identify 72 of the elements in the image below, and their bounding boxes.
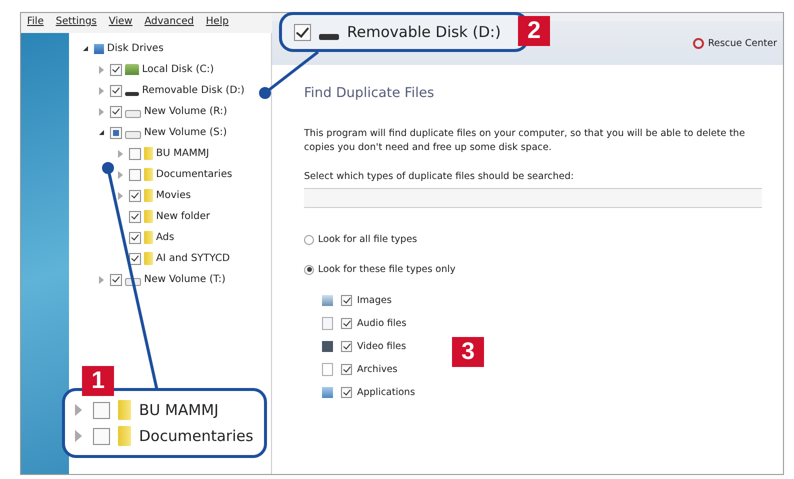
- tree-item[interactable]: Local Disk (C:): [142, 64, 214, 75]
- tree-item[interactable]: New Volume (T:): [144, 274, 226, 285]
- checkbox[interactable]: [341, 295, 352, 306]
- number-badge: 3: [452, 337, 484, 367]
- folder-icon: [118, 400, 131, 420]
- description-text: This program will find duplicate files on your computer, so that you will be able to delete the copies you don't need and free up some disk space.: [304, 127, 746, 155]
- tree-item[interactable]: New Volume (S:): [144, 127, 227, 138]
- folder-icon: [144, 147, 153, 160]
- folder-icon: [144, 168, 153, 181]
- menu-item[interactable]: View: [108, 16, 132, 30]
- menu-item[interactable]: File: [27, 16, 44, 30]
- collapsed-arrow-icon: [75, 430, 82, 442]
- document-icon: [322, 363, 333, 376]
- checkbox-label[interactable]: Video files: [357, 341, 406, 352]
- menu-item[interactable]: Advanced: [144, 16, 194, 30]
- checkbox[interactable]: [129, 168, 141, 180]
- drive-icon: [125, 130, 141, 138]
- checkbox-label[interactable]: Audio files: [357, 318, 406, 329]
- removable-drive-icon: [319, 34, 339, 40]
- tree-item[interactable]: AI and SYTYCD: [156, 253, 230, 264]
- section-label: Select which types of duplicate files should be searched:: [304, 171, 575, 182]
- folder-icon: [118, 426, 131, 446]
- removable-drive-icon: [125, 92, 139, 96]
- checkbox[interactable]: [129, 252, 141, 264]
- callout-label: Documentaries: [139, 427, 254, 445]
- tree-item[interactable]: Movies: [156, 190, 191, 201]
- tree-item[interactable]: Disk Drives: [107, 43, 164, 54]
- tree-item[interactable]: New folder: [156, 211, 210, 222]
- folder-icon: [144, 210, 153, 223]
- radio-button[interactable]: [304, 264, 314, 274]
- rescue-center-link[interactable]: Rescue Center: [692, 38, 777, 48]
- menu-item[interactable]: Settings: [56, 16, 97, 30]
- checkbox[interactable]: [129, 190, 141, 202]
- checkbox[interactable]: [129, 210, 141, 222]
- checkbox[interactable]: [341, 387, 352, 398]
- ring-icon: [692, 38, 704, 48]
- checkbox-label[interactable]: Applications: [357, 387, 416, 398]
- checkbox[interactable]: [341, 318, 352, 329]
- tree-item[interactable]: New Volume (R:): [144, 106, 228, 117]
- checkbox[interactable]: [110, 64, 122, 76]
- checkbox[interactable]: [341, 364, 352, 375]
- collapsed-arrow-icon: [75, 404, 82, 416]
- number-badge: 1: [82, 366, 114, 396]
- page-title: Find Duplicate Files: [304, 85, 436, 101]
- callout-label: BU MAMMJ: [139, 401, 219, 419]
- drive-icon: [125, 110, 141, 118]
- tree-item[interactable]: Ads: [156, 232, 174, 243]
- checkbox[interactable]: [110, 126, 122, 138]
- tree-item[interactable]: Documentaries: [156, 169, 232, 180]
- radio-button[interactable]: [304, 234, 314, 244]
- tree-item[interactable]: Removable Disk (D:): [142, 85, 245, 96]
- drives-icon: [94, 44, 104, 54]
- expanded-arrow-icon[interactable]: [99, 130, 104, 135]
- tree-item[interactable]: BU MAMMJ: [156, 148, 210, 159]
- checkbox[interactable]: [110, 84, 122, 96]
- expanded-arrow-icon[interactable]: [83, 46, 88, 51]
- checkbox[interactable]: [110, 106, 122, 118]
- checkbox-label[interactable]: Archives: [357, 364, 398, 375]
- checkbox-label[interactable]: Images: [357, 295, 392, 306]
- number-badge: 2: [518, 16, 550, 46]
- hard-drive-icon: [125, 64, 139, 75]
- radio-label[interactable]: Look for all file types: [318, 234, 418, 245]
- folder-icon: [144, 231, 153, 244]
- callout-label: Removable Disk (D:): [347, 23, 501, 41]
- radio-label[interactable]: Look for these file types only: [318, 264, 456, 275]
- folder-icon: [144, 252, 153, 265]
- checkbox[interactable]: [129, 148, 141, 160]
- folder-icon: [144, 189, 153, 202]
- menu-item[interactable]: Help: [206, 16, 229, 30]
- checkbox[interactable]: [129, 232, 141, 244]
- checkbox[interactable]: [341, 341, 352, 352]
- checkbox[interactable]: [110, 274, 122, 286]
